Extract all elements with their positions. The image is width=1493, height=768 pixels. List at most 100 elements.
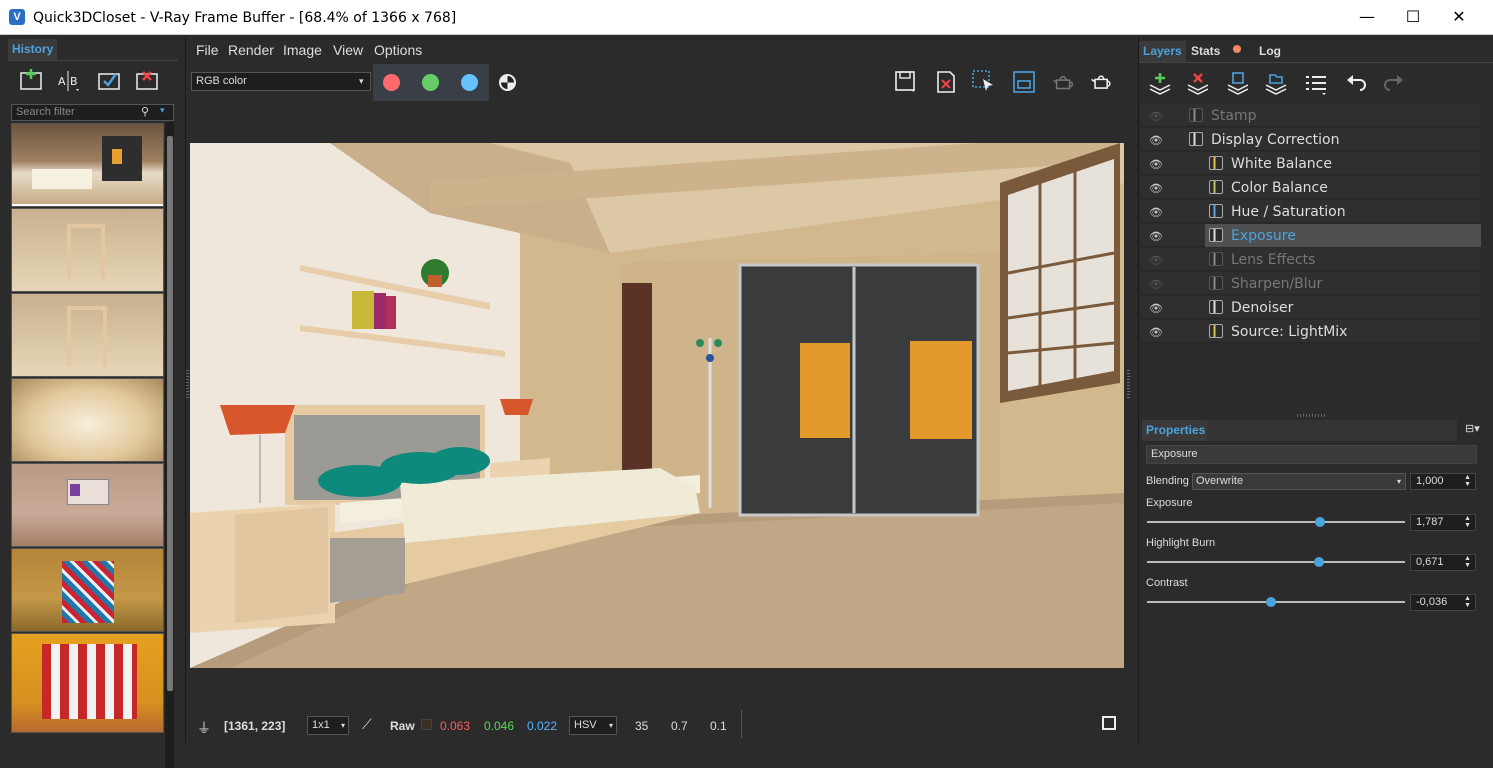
maximize-button[interactable]: ☐ <box>1390 0 1436 34</box>
add-history-icon[interactable] <box>18 68 44 94</box>
layer-row[interactable]: 👁 Stamp <box>1141 104 1481 127</box>
contrast-value-input[interactable]: -0,036 ▲ ▼ <box>1410 594 1476 611</box>
layer-type-icon <box>1189 108 1203 122</box>
splitter-handle-left[interactable] <box>186 370 189 398</box>
visibility-eye-icon[interactable]: 👁 <box>1149 158 1163 171</box>
tab-properties[interactable]: Properties <box>1142 420 1210 441</box>
highlight-burn-value-input[interactable]: 0,671 ▲ ▼ <box>1410 554 1476 571</box>
delete-layer-icon[interactable] <box>1185 71 1211 97</box>
undo-icon[interactable] <box>1343 71 1369 97</box>
layer-name: Lens Effects <box>1231 252 1316 268</box>
contrast-slider-knob[interactable] <box>1265 597 1276 607</box>
history-thumb-striped-wardrobe[interactable] <box>11 633 164 733</box>
history-thumb-patterned-wardrobe[interactable] <box>11 548 164 632</box>
tab-layers[interactable]: Layers <box>1139 41 1186 62</box>
region-render-icon[interactable] <box>971 69 997 95</box>
blending-amount-value: 1,000 <box>1416 475 1444 487</box>
render-interactive-icon[interactable] <box>1051 69 1077 95</box>
zoom-value: 1x1 <box>312 719 330 731</box>
filter-dropdown-icon[interactable]: ▾ <box>160 105 165 116</box>
exposure-slider-knob[interactable] <box>1314 517 1325 527</box>
splitter-handle-right[interactable] <box>1127 370 1130 398</box>
visibility-eye-icon[interactable]: 👁 <box>1149 254 1163 267</box>
menu-file[interactable]: File <box>196 42 219 58</box>
layer-list-menu-icon[interactable] <box>1303 71 1329 97</box>
red-channel-button[interactable] <box>383 74 400 91</box>
visibility-eye-icon[interactable]: 👁 <box>1149 206 1163 219</box>
layer-row[interactable]: 👁 Display Correction <box>1141 128 1481 151</box>
curve-icon[interactable]: ⟋ <box>362 716 372 733</box>
layer-row[interactable]: 👁 White Balance <box>1141 152 1481 175</box>
history-thumb-wall[interactable] <box>11 463 164 547</box>
layer-row[interactable]: 👁 Exposure <box>1141 224 1481 247</box>
layer-row[interactable]: 👁 Denoiser <box>1141 296 1481 319</box>
history-panel: History AB Search filter ⚲ ▾ <box>0 36 186 768</box>
blue-channel-button[interactable] <box>461 74 478 91</box>
menu-view[interactable]: View <box>333 42 363 58</box>
hue-value: 35 <box>635 719 649 733</box>
visibility-eye-icon[interactable]: 👁 <box>1149 134 1163 147</box>
value-value: 0.1 <box>710 719 727 733</box>
history-scrollbar-thumb[interactable] <box>167 136 173 691</box>
chevron-down-icon: ▾ <box>340 721 345 730</box>
search-icon: ⚲ <box>141 106 150 118</box>
add-layer-icon[interactable] <box>1147 71 1173 97</box>
render-icon[interactable] <box>1089 69 1115 95</box>
search-filter-input[interactable]: Search filter <box>11 104 174 121</box>
layer-name-field[interactable]: Exposure <box>1146 445 1477 464</box>
layer-row[interactable]: 👁 Source: LightMix <box>1141 320 1481 343</box>
highlight-burn-slider-knob[interactable] <box>1313 557 1324 567</box>
ab-compare-icon[interactable]: AB <box>56 68 82 94</box>
layer-row[interactable]: 👁 Color Balance <box>1141 176 1481 199</box>
visibility-eye-icon[interactable]: 👁 <box>1149 182 1163 195</box>
highlight-burn-slider[interactable] <box>1147 561 1405 563</box>
save-icon[interactable] <box>893 69 919 95</box>
properties-menu-icon[interactable]: ⊟▾ <box>1465 422 1480 435</box>
contrast-value: -0,036 <box>1416 596 1448 608</box>
zoom-select[interactable]: 1x1 ▾ <box>307 716 349 735</box>
channel-select[interactable]: RGB color <box>191 72 371 91</box>
load-history-icon[interactable] <box>96 68 122 94</box>
minimize-button[interactable]: — <box>1344 0 1390 34</box>
render-image[interactable] <box>190 143 1124 668</box>
track-mouse-icon[interactable] <box>1011 69 1037 95</box>
blending-mode-select[interactable]: Overwrite ▾ <box>1192 473 1406 490</box>
remove-history-icon[interactable] <box>134 68 160 94</box>
lock-coords-icon[interactable]: ⏚ <box>197 718 211 738</box>
visibility-eye-icon[interactable]: 👁 <box>1149 326 1163 339</box>
tab-stats[interactable]: Stats <box>1187 41 1224 62</box>
layer-row[interactable]: 👁 Hue / Saturation <box>1141 200 1481 223</box>
history-thumb-bedroom[interactable] <box>11 123 164 207</box>
layer-row[interactable]: 👁 Lens Effects <box>1141 248 1481 271</box>
alpha-channel-icon[interactable] <box>499 74 516 91</box>
blending-label: Blending <box>1146 475 1189 487</box>
history-thumb-empty-room[interactable] <box>11 378 164 462</box>
pixel-coords: [1361, 223] <box>224 719 286 733</box>
green-channel-button[interactable] <box>422 74 439 91</box>
tab-history[interactable]: History <box>8 39 58 60</box>
contrast-slider[interactable] <box>1147 601 1405 603</box>
load-layers-icon[interactable] <box>1263 71 1289 97</box>
clear-image-icon[interactable] <box>933 69 959 95</box>
visibility-eye-icon[interactable]: 👁 <box>1149 278 1163 291</box>
tab-log[interactable]: Log <box>1255 41 1285 62</box>
history-thumb-shelf-2[interactable] <box>11 293 164 377</box>
visibility-eye-icon[interactable]: 👁 <box>1149 110 1163 123</box>
layer-row[interactable]: 👁 Sharpen/Blur <box>1141 272 1481 295</box>
exposure-slider[interactable] <box>1147 521 1405 523</box>
splitter-handle[interactable] <box>1297 414 1327 417</box>
history-thumb-shelf-1[interactable] <box>11 208 164 292</box>
redo-icon[interactable] <box>1381 71 1407 97</box>
visibility-eye-icon[interactable]: 👁 <box>1149 302 1163 315</box>
colorspace-select[interactable]: HSV ▾ <box>569 716 617 735</box>
menu-render[interactable]: Render <box>228 42 274 58</box>
visibility-eye-icon[interactable]: 👁 <box>1149 230 1163 243</box>
log-notification-icon <box>1233 45 1241 53</box>
menu-image[interactable]: Image <box>283 42 322 58</box>
close-button[interactable]: ✕ <box>1436 0 1482 34</box>
toggle-panels-icon[interactable] <box>1102 716 1116 730</box>
exposure-value-input[interactable]: 1,787 ▲ ▼ <box>1410 514 1476 531</box>
blending-amount-input[interactable]: 1,000 ▲ ▼ <box>1410 473 1476 490</box>
menu-options[interactable]: Options <box>374 42 422 58</box>
save-layers-icon[interactable] <box>1225 71 1251 97</box>
